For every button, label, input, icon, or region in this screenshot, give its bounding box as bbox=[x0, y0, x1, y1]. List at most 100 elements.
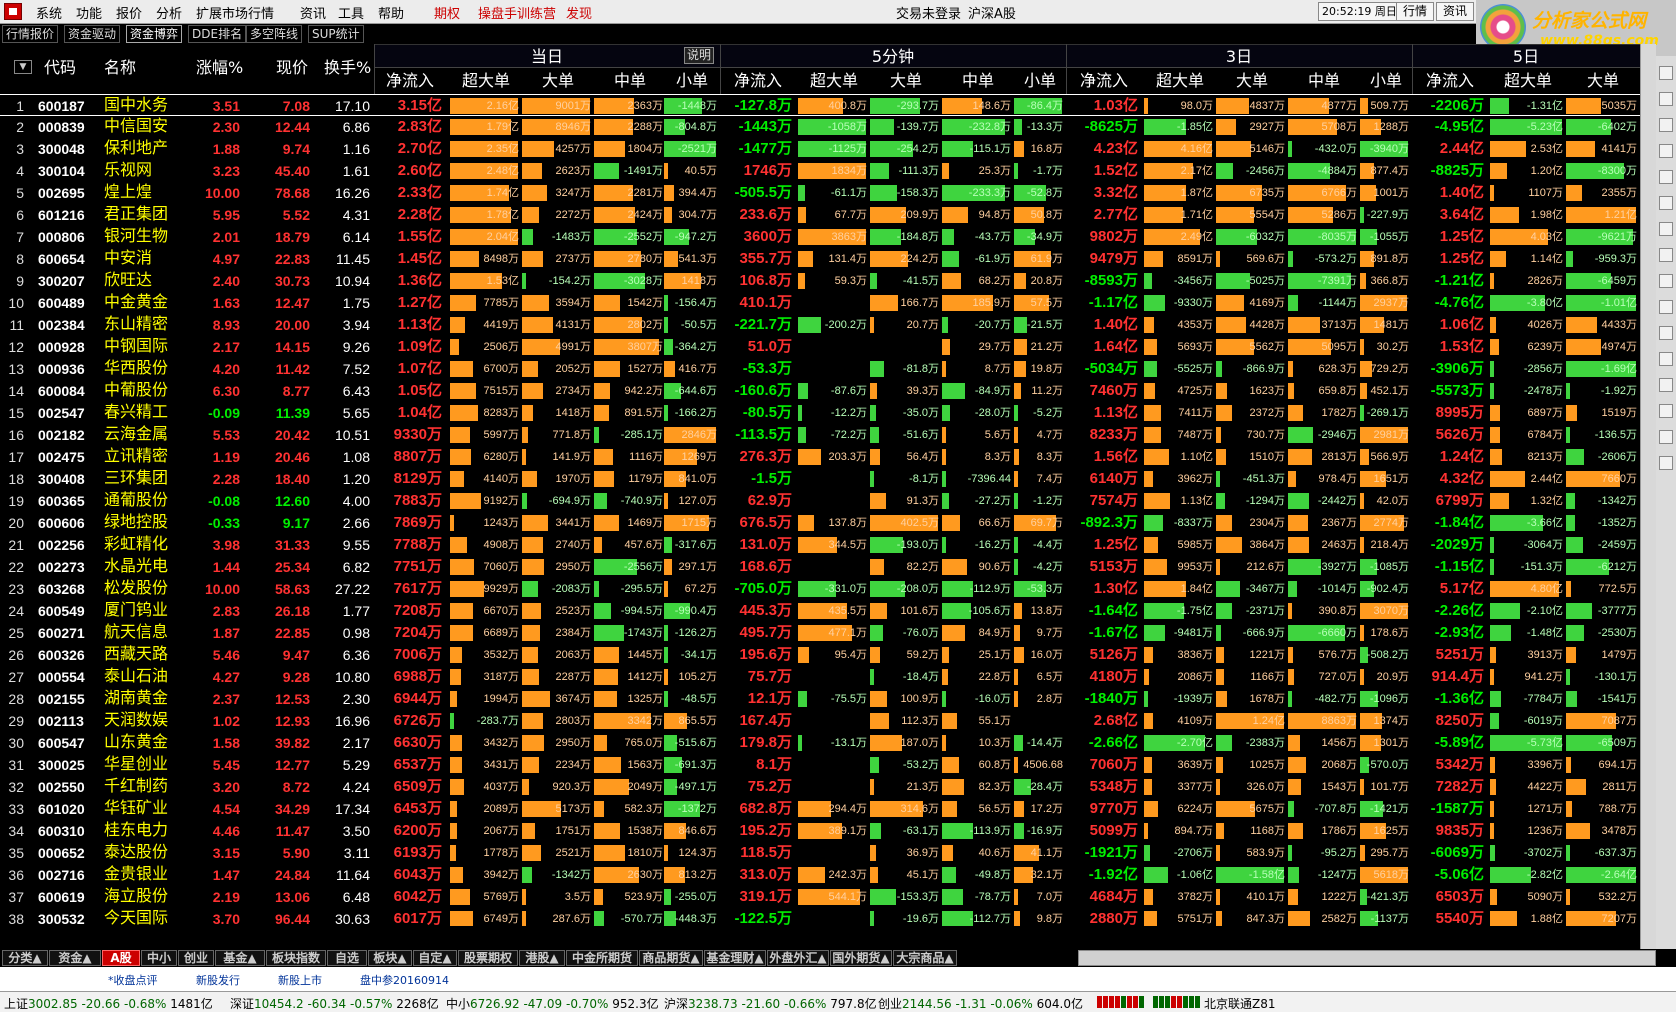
description-button[interactable]: 说明 bbox=[684, 47, 714, 64]
menu-extended-market[interactable]: 扩展市场行情 bbox=[196, 3, 274, 22]
market-tab-9[interactable]: 自定▲ bbox=[413, 950, 457, 966]
table-row[interactable]: 38 300532 今天国际 3.70 96.44 30.63 6017万 6749万 287.… bbox=[0, 908, 1640, 926]
vertical-scrollbar[interactable] bbox=[1640, 44, 1656, 949]
table-row[interactable]: 13 000936 华西股份 4.20 11.42 7.52 1.07亿 6700万 2052万… bbox=[0, 358, 1640, 380]
menu-help[interactable]: 帮助 bbox=[378, 3, 404, 22]
header-code[interactable]: 代码 bbox=[44, 56, 76, 80]
flag-icon[interactable] bbox=[1659, 404, 1673, 418]
market-tab-17[interactable]: 大宗商品▲ bbox=[893, 950, 957, 966]
sub-header-1-3[interactable]: 中单 bbox=[942, 70, 1014, 92]
market-tab-13[interactable]: 商品期货▲ bbox=[639, 950, 703, 966]
filter-icon[interactable] bbox=[1659, 274, 1673, 288]
sub-header-0-3[interactable]: 中单 bbox=[594, 70, 666, 92]
trend-icon[interactable] bbox=[1659, 144, 1673, 158]
table-row[interactable]: 11 002384 东山精密 8.93 20.00 3.94 1.13亿 4419万 4131万… bbox=[0, 314, 1640, 336]
table-row[interactable]: 10 600489 中金黄金 1.63 12.47 1.75 1.27亿 7785万 3594万… bbox=[0, 292, 1640, 314]
sub-header-2-3[interactable]: 中单 bbox=[1288, 70, 1360, 92]
market-tab-12[interactable]: 中金所期货 bbox=[566, 950, 638, 966]
table-row[interactable]: 9 300207 欣旺达 2.40 30.73 10.94 1.36亿 1.53亿 -154.2… bbox=[0, 270, 1640, 292]
bookmark-icon[interactable] bbox=[1659, 248, 1673, 262]
table-row[interactable]: 27 000554 泰山石油 4.27 9.28 10.80 6988万 3187万 2287万… bbox=[0, 666, 1640, 688]
menu-tools[interactable]: 工具 bbox=[338, 3, 364, 22]
menu-options[interactable]: 期权 bbox=[434, 3, 460, 22]
market-tab-1[interactable]: 资金▲ bbox=[49, 950, 101, 966]
header-turnover[interactable]: 换手% bbox=[324, 56, 371, 80]
sub-header-2-2[interactable]: 大单 bbox=[1216, 70, 1288, 92]
header-price[interactable]: 现价 bbox=[276, 56, 308, 80]
sub-header-1-0[interactable]: 净流入 bbox=[720, 70, 796, 92]
menu-analysis[interactable]: 分析 bbox=[156, 3, 182, 22]
sub-header-0-2[interactable]: 大单 bbox=[522, 70, 594, 92]
calc-icon[interactable] bbox=[1659, 352, 1673, 366]
sub-header-2-0[interactable]: 净流入 bbox=[1066, 70, 1142, 92]
table-row[interactable]: 2 000839 中信国安 2.30 12.44 6.86 2.83亿 1.79亿 8946万 2… bbox=[0, 116, 1640, 138]
quote-button[interactable]: 行情 bbox=[1396, 2, 1435, 21]
sub-header-3-1[interactable]: 超大单 bbox=[1490, 70, 1566, 92]
sub-header-1-2[interactable]: 大单 bbox=[870, 70, 942, 92]
sub-header-2-1[interactable]: 超大单 bbox=[1144, 70, 1216, 92]
login-status[interactable]: 交易未登录 bbox=[896, 3, 961, 22]
table-row[interactable]: 28 002155 湖南黄金 2.37 12.53 2.30 6944万 1994万 3674万… bbox=[0, 688, 1640, 710]
tab-quote-list[interactable]: 行情报价 bbox=[2, 25, 59, 43]
table-row[interactable]: 18 300408 三环集团 2.28 18.40 1.20 8129万 4140万 1970万… bbox=[0, 468, 1640, 490]
table-row[interactable]: 20 600606 绿地控股 -0.33 9.17 2.66 7869万 1243万 3441万… bbox=[0, 512, 1640, 534]
tab-sup-stats[interactable]: SUP统计 bbox=[308, 25, 364, 43]
market-tab-0[interactable]: 分类▲ bbox=[2, 950, 48, 966]
index-chinext[interactable]: 创业2144.56 -1.31 -0.06% 604.0亿 bbox=[878, 995, 1083, 1012]
horizontal-scrollbar[interactable] bbox=[1078, 950, 1656, 966]
table-row[interactable]: 19 600365 通葡股份 -0.08 12.60 4.00 7883万 9192万 -694… bbox=[0, 490, 1640, 512]
table-row[interactable]: 31 300025 华星创业 5.45 12.77 5.29 6537万 3431万 2234万… bbox=[0, 754, 1640, 776]
grid-icon[interactable] bbox=[1659, 118, 1673, 132]
market-tab-5[interactable]: 基金▲ bbox=[215, 950, 265, 966]
table-row[interactable]: 26 600326 西藏天路 5.46 9.47 6.36 7006万 3532万 2063万 1… bbox=[0, 644, 1640, 666]
formula-icon[interactable] bbox=[1659, 222, 1673, 236]
index-smallcap[interactable]: 中小6726.92 -47.09 -0.70% 952.3亿 bbox=[446, 995, 659, 1012]
table-row[interactable]: 23 603268 松发股份 10.00 58.63 27.22 7617万 9929万 -20… bbox=[0, 578, 1640, 600]
fx-icon[interactable] bbox=[1659, 326, 1673, 340]
news-button[interactable]: 资讯 bbox=[1436, 2, 1475, 21]
market-tab-11[interactable]: 港股▲ bbox=[519, 950, 565, 966]
server-name[interactable]: 北京联通Z81 bbox=[1204, 995, 1276, 1012]
index-shanghai[interactable]: 上证3002.85 -20.66 -0.68% 1481亿 bbox=[4, 995, 213, 1012]
table-row[interactable]: 15 002547 春兴精工 -0.09 11.39 5.65 1.04亿 8283万 1418… bbox=[0, 402, 1640, 424]
table-row[interactable]: 3 300048 保利地产 1.88 9.74 1.16 2.70亿 2.35亿 4257万 18… bbox=[0, 138, 1640, 160]
table-row[interactable]: 36 002716 金贵银业 1.47 24.84 11.64 6043万 3942万 -134… bbox=[0, 864, 1640, 886]
market-tab-8[interactable]: 板块▲ bbox=[368, 950, 412, 966]
lock-icon[interactable] bbox=[1659, 430, 1673, 444]
market-tab-4[interactable]: 创业 bbox=[178, 950, 214, 966]
table-icon[interactable] bbox=[1659, 196, 1673, 210]
menu-quote[interactable]: 报价 bbox=[116, 3, 142, 22]
table-row[interactable]: 24 600549 厦门钨业 2.83 26.18 1.77 7208万 6670万 2523万… bbox=[0, 600, 1640, 622]
tab-capital-game[interactable]: 资金博弈 bbox=[126, 25, 183, 43]
menu-news[interactable]: 资讯 bbox=[300, 3, 326, 22]
note-icon[interactable] bbox=[1659, 378, 1673, 392]
table-row[interactable]: 25 600271 航天信息 1.87 22.85 0.98 7204万 6689万 2384万… bbox=[0, 622, 1640, 644]
list-icon[interactable] bbox=[1659, 92, 1673, 106]
table-row[interactable]: 22 002273 水晶光电 1.44 25.34 6.82 7751万 7060万 2950万… bbox=[0, 556, 1640, 578]
market-tab-7[interactable]: 自选 bbox=[327, 950, 367, 966]
table-row[interactable]: 37 600619 海立股份 2.19 13.06 6.48 6042万 5769万 3.5万 5… bbox=[0, 886, 1640, 908]
market-tab-16[interactable]: 国外期货▲ bbox=[830, 950, 892, 966]
table-row[interactable]: 35 000652 泰达股份 3.15 5.90 3.11 6193万 1778万 2521万 1… bbox=[0, 842, 1640, 864]
sub-header-0-4[interactable]: 小单 bbox=[664, 70, 720, 92]
menu-trader-camp[interactable]: 操盘手训练营 bbox=[478, 3, 556, 22]
sub-header-3-0[interactable]: 净流入 bbox=[1412, 70, 1488, 92]
alert-icon[interactable] bbox=[1659, 300, 1673, 314]
info-icon[interactable] bbox=[1659, 170, 1673, 184]
app-logo-icon[interactable] bbox=[4, 3, 22, 20]
market-selector[interactable]: 沪深A股 bbox=[968, 3, 1016, 22]
tab-long-short[interactable]: 多空阵线 bbox=[246, 25, 303, 43]
settings-icon[interactable] bbox=[1659, 456, 1673, 470]
market-tab-10[interactable]: 股票期权 bbox=[458, 950, 518, 966]
market-tab-6[interactable]: 板块指数 bbox=[266, 950, 326, 966]
table-row[interactable]: 33 601020 华钰矿业 4.54 34.29 17.34 6453万 2089万 5173… bbox=[0, 798, 1640, 820]
sub-header-2-4[interactable]: 小单 bbox=[1360, 70, 1412, 92]
index-shenzhen[interactable]: 深证10454.2 -60.34 -0.57% 2268亿 bbox=[230, 995, 439, 1012]
menu-discover[interactable]: 发现 bbox=[566, 3, 592, 22]
table-row[interactable]: 30 600547 山东黄金 1.58 39.82 2.17 6630万 3432万 2950万… bbox=[0, 732, 1640, 754]
sub-header-0-0[interactable]: 净流入 bbox=[374, 70, 446, 92]
sub-header-1-4[interactable]: 小单 bbox=[1014, 70, 1066, 92]
sub-header-1-1[interactable]: 超大单 bbox=[798, 70, 870, 92]
table-row[interactable]: 6 601216 君正集团 5.95 5.52 4.31 2.28亿 1.78亿 2272万 24… bbox=[0, 204, 1640, 226]
news-link-intraday[interactable]: 盘中参20160914 bbox=[360, 972, 449, 988]
